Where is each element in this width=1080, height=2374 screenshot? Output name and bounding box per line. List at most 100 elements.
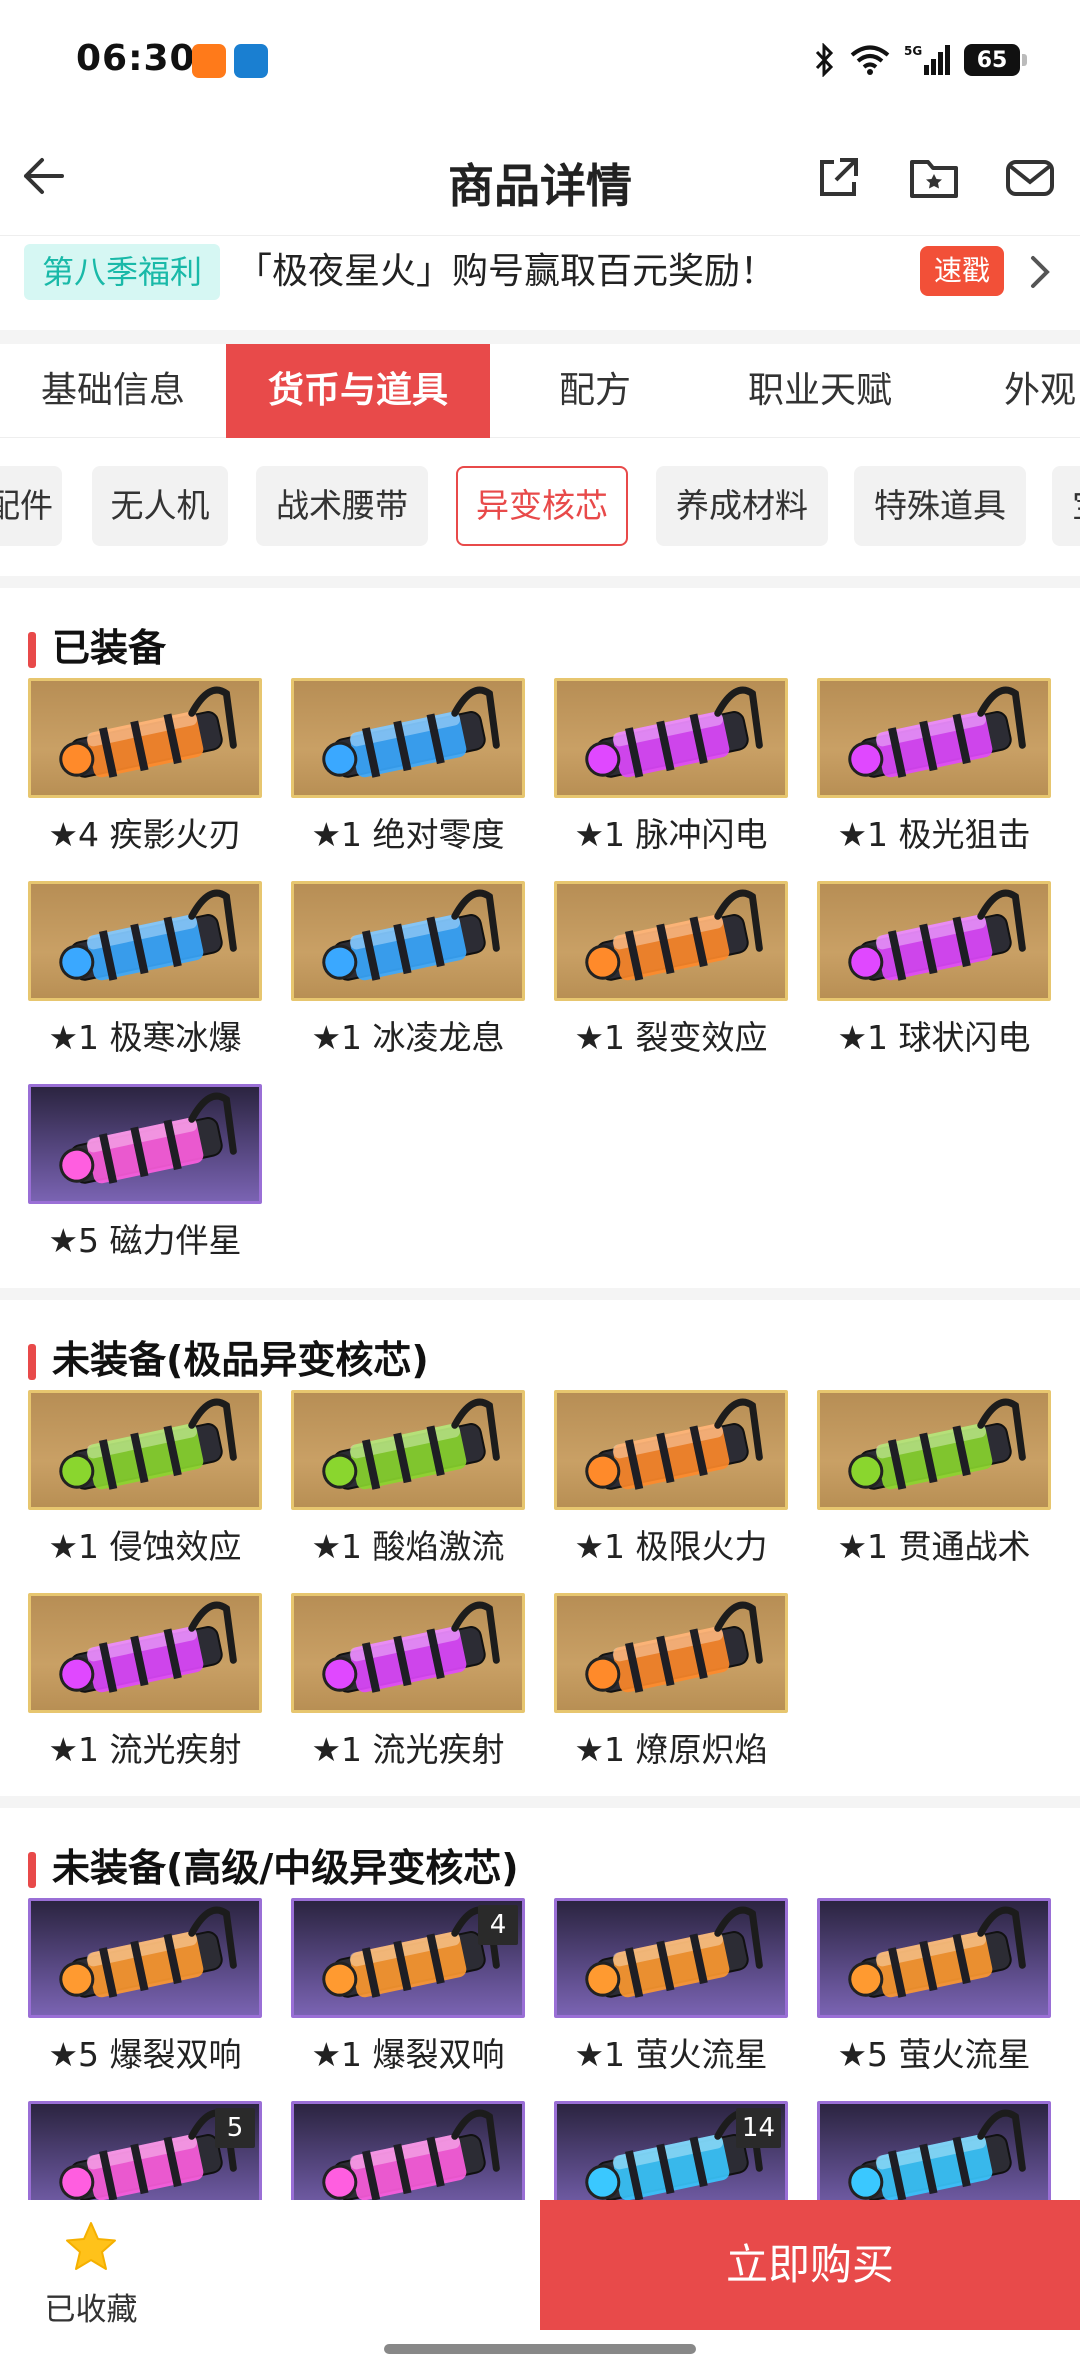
tab-basic-info[interactable]: 基础信息 — [0, 344, 226, 438]
core-name: ★1 冰凌龙息 — [311, 1018, 505, 1057]
core-item[interactable]: ★1 球状闪电 — [817, 881, 1051, 1059]
core-item[interactable]: ★5 爆裂双响 — [28, 1898, 262, 2076]
promo-text: 「极夜星火」购号赢取百元奖励！ — [236, 251, 777, 292]
core-name: ★1 球状闪电 — [837, 1018, 1031, 1057]
core-image — [817, 881, 1051, 1001]
core-name: ★1 贯通战术 — [837, 1527, 1031, 1566]
core-name: ★1 裂变效应 — [574, 1018, 768, 1057]
core-item[interactable]: ★1 燎原炽焰 — [554, 1593, 788, 1771]
core-name: ★1 燎原炽焰 — [574, 1730, 768, 1769]
core-item[interactable]: ★1 流光疾射 — [291, 1593, 525, 1771]
core-image — [554, 1593, 788, 1713]
promo-banner[interactable]: 第八季福利 「极夜星火」购号赢取百元奖励！ 速戳 — [0, 236, 1080, 328]
core-name: ★1 极光狙击 — [837, 815, 1031, 854]
status-bar: 06:30 5G 65 — [0, 0, 1080, 120]
buy-now-button[interactable]: 立即购买 — [540, 2200, 1080, 2330]
core-name: ★1 脉冲闪电 — [574, 815, 768, 854]
core-item[interactable]: ★5 磁力伴星 — [28, 1084, 262, 1262]
core-item[interactable]: ★5 萤火流星 — [817, 1898, 1051, 2076]
battery-icon: 65 — [964, 44, 1027, 76]
core-image — [291, 1593, 525, 1713]
chip-drone[interactable]: 无人机 — [92, 466, 228, 546]
chip-tactical-belt[interactable]: 战术腰带 — [256, 466, 428, 546]
mail-icon — [1006, 160, 1054, 196]
tab-appearance[interactable]: 外观 — [960, 344, 1080, 438]
core-name: ★1 爆裂双响 — [311, 2035, 505, 2074]
core-image — [554, 1390, 788, 1510]
tab-talents[interactable]: 职业天赋 — [700, 344, 940, 438]
message-button[interactable] — [1002, 150, 1058, 206]
share-icon — [820, 158, 858, 196]
favorite-folder-button[interactable] — [906, 150, 962, 206]
star-filled-icon — [66, 2222, 116, 2270]
core-item[interactable]: ★1 萤火流星 — [554, 1898, 788, 2076]
core-image — [291, 1390, 525, 1510]
bluetooth-icon — [815, 43, 834, 77]
core-item[interactable]: 4 ★1 爆裂双响 — [291, 1898, 525, 2076]
core-item[interactable]: ★1 极光狙击 — [817, 678, 1051, 856]
core-item[interactable]: ★1 侵蚀效应 — [28, 1390, 262, 1568]
home-indicator — [384, 2344, 696, 2354]
tab-currency-items[interactable]: 货币与道具 — [226, 344, 490, 438]
app-notification-icon — [192, 44, 226, 78]
app-header: 商品详情 — [0, 120, 1080, 236]
section-title: 已装备 — [28, 626, 166, 670]
wifi-icon — [850, 45, 890, 75]
share-button[interactable] — [810, 150, 866, 206]
quantity-badge: 4 — [478, 1905, 518, 1945]
status-icons: 5G 65 — [814, 40, 1027, 80]
main-tabs: 基础信息 货币与道具 配方 职业天赋 外观 — [0, 344, 1080, 438]
core-item[interactable]: ★1 极限火力 — [554, 1390, 788, 1568]
core-image — [817, 678, 1051, 798]
core-item[interactable]: ★1 酸焰激流 — [291, 1390, 525, 1568]
core-item[interactable]: ★1 贯通战术 — [817, 1390, 1051, 1568]
promo-badge[interactable]: 速戳 — [920, 246, 1005, 296]
chip-mutation-core[interactable]: 异变核芯 — [456, 466, 628, 546]
core-item[interactable]: ★1 流光疾射 — [28, 1593, 262, 1771]
core-image — [28, 881, 262, 1001]
divider — [0, 576, 1080, 588]
core-image — [554, 678, 788, 798]
core-item[interactable]: ★1 裂变效应 — [554, 881, 788, 1059]
core-name: ★4 疾影火刃 — [48, 815, 242, 854]
core-image — [291, 881, 525, 1001]
core-image — [28, 1898, 262, 2018]
core-item[interactable]: ★1 极寒冰爆 — [28, 881, 262, 1059]
favorite-label: 已收藏 — [44, 2292, 138, 2328]
tab-recipes[interactable]: 配方 — [490, 344, 700, 438]
core-name: ★1 酸焰激流 — [311, 1527, 505, 1566]
chip-materials[interactable]: 养成材料 — [656, 466, 828, 546]
app-notification-icon-2 — [234, 44, 268, 78]
core-name: ★1 极限火力 — [574, 1527, 768, 1566]
core-image: 4 — [291, 1898, 525, 2018]
chip-parts[interactable]: 配件 — [0, 466, 62, 546]
core-image — [28, 1593, 262, 1713]
core-name: ★1 流光疾射 — [48, 1730, 242, 1769]
cell-signal-icon: 5G — [904, 44, 950, 75]
core-name: ★1 萤火流星 — [574, 2035, 768, 2074]
chevron-right-icon[interactable] — [1028, 254, 1052, 290]
divider — [0, 330, 1080, 344]
core-image — [554, 881, 788, 1001]
folder-star-icon — [910, 160, 958, 198]
core-name: ★1 侵蚀效应 — [48, 1527, 242, 1566]
core-image — [554, 1898, 788, 2018]
section-title: 未装备(高级/中级异变核芯) — [28, 1846, 519, 1890]
core-image — [28, 1390, 262, 1510]
core-item[interactable]: ★1 脉冲闪电 — [554, 678, 788, 856]
core-name: ★1 绝对零度 — [311, 815, 505, 854]
chip-special-items[interactable]: 特殊道具 — [854, 466, 1026, 546]
svg-text:5G: 5G — [904, 44, 922, 58]
quantity-badge: 14 — [735, 2108, 781, 2148]
core-image — [291, 678, 525, 798]
core-item[interactable]: ★1 冰凌龙息 — [291, 881, 525, 1059]
core-image — [817, 1390, 1051, 1510]
chip-more[interactable]: 宝 — [1052, 466, 1080, 546]
quantity-badge: 5 — [215, 2108, 255, 2148]
core-item[interactable]: ★4 疾影火刃 — [28, 678, 262, 856]
core-item[interactable]: ★1 绝对零度 — [291, 678, 525, 856]
section-title: 未装备(极品异变核芯) — [28, 1338, 429, 1382]
divider — [0, 1288, 1080, 1300]
favorite-button[interactable]: 已收藏 — [36, 2220, 146, 2329]
core-image — [817, 1898, 1051, 2018]
